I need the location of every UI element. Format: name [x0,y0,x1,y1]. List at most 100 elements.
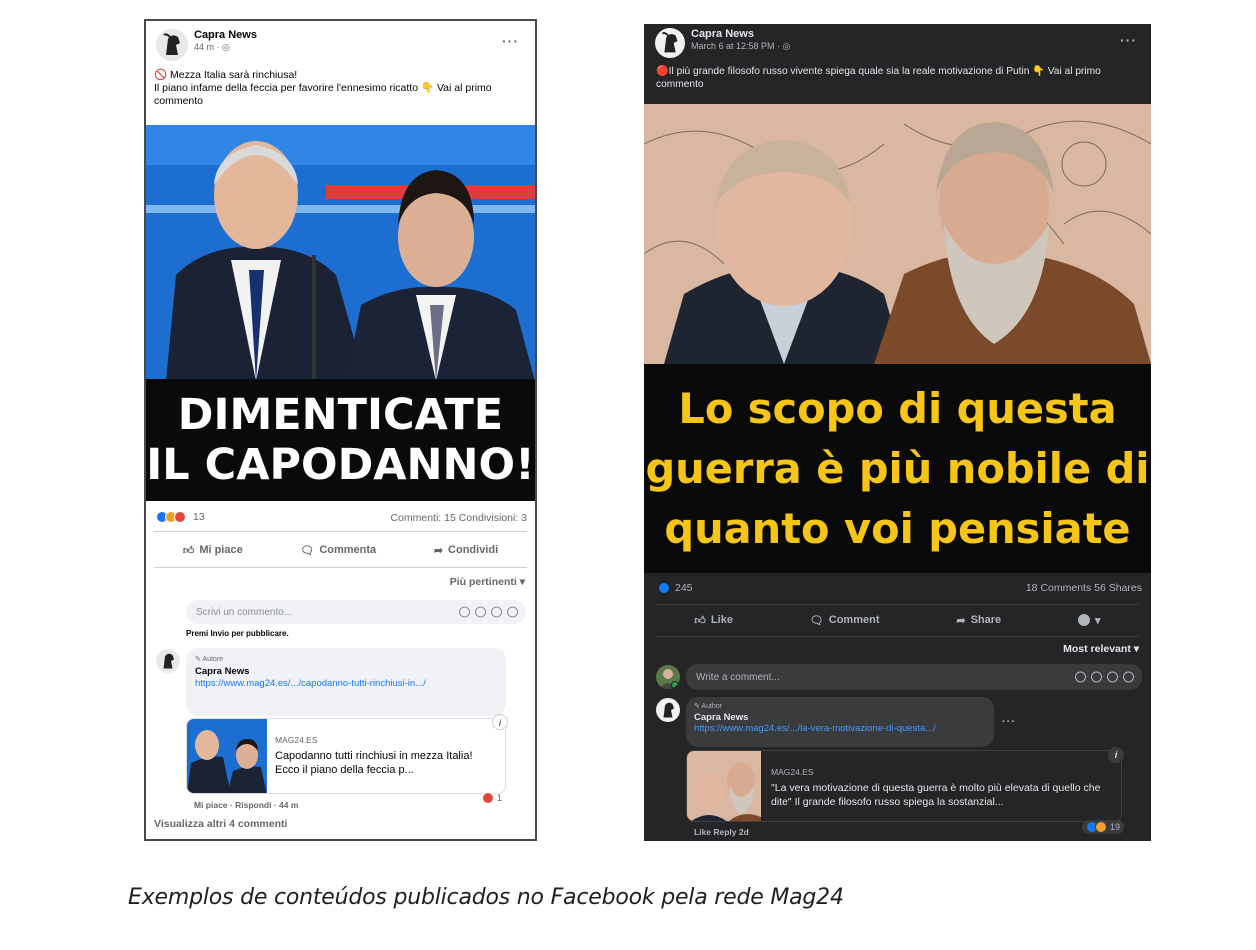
comment-reactions[interactable]: 1 [482,792,502,804]
reaction-summary[interactable]: 245 [658,582,693,594]
facebook-post-dark: Capra News March 6 at 12:58 PM · ◎ ··· 🔴… [644,24,1151,841]
user-avatar-icon [656,665,680,689]
comment-reactions[interactable]: 19 [1082,820,1125,834]
post-image[interactable]: DIMENTICATE IL CAPODANNO! [146,125,535,501]
putin-dugin-photo [644,104,1151,364]
post-text: 🚫 Mezza Italia sarà rinchiusa! Il piano … [154,69,534,108]
goat-logo-icon [156,649,180,673]
speech-bubble-icon: 🗨︎ [809,614,824,627]
commenter-avatar[interactable] [656,698,680,722]
sticker-icon[interactable] [507,606,518,618]
emoji-icon[interactable] [1075,671,1086,683]
info-icon[interactable]: i [492,714,508,730]
post-time[interactable]: March 6 at 12:58 PM · ◎ [691,41,790,52]
headline-banner: Lo scopo di questa guerra è più nobile d… [644,364,1151,573]
comment-reaction-count: 1 [497,793,503,803]
comment-label: Comment [828,614,880,626]
page-name[interactable]: Capra News [194,29,257,42]
preview-thumbnail [187,719,267,793]
comment-tools [1075,671,1134,683]
chevron-down-icon: ▾ [1095,614,1101,627]
camera-icon[interactable] [475,606,486,618]
page-name[interactable]: Capra News [691,28,790,41]
goat-logo-icon [655,28,685,58]
comment-meta[interactable]: Like Reply 2d [694,827,749,837]
comment-sort-dropdown[interactable]: Most relevant ▾ [1063,643,1139,655]
comment-link[interactable]: https://www.mag24.es/.../la-vera-motivaz… [694,723,986,734]
enter-hint: Premi Invio per pubblicare. [186,629,289,638]
author-badge: ✎ Autore [195,656,224,663]
thumbs-up-icon: 👍︎ [694,614,706,627]
more-options-icon[interactable]: ··· [1120,32,1137,48]
post-text: 🔴Il più grande filosofo russo vivente sp… [656,66,1101,90]
post-header: Capra News 44 m · ◎ [156,29,257,61]
camera-icon[interactable] [1091,671,1102,683]
user-avatar[interactable] [656,665,680,689]
commenter-avatar[interactable] [156,649,180,673]
share-label: Share [970,614,1002,626]
audience-selector[interactable]: ▾ [1078,614,1101,627]
share-button[interactable]: ➦ Condividi [434,544,498,557]
commenter-name[interactable]: Capra News [694,712,986,723]
action-bar: 👍︎ Mi piace 🗨︎ Commenta ➦ Condividi [154,538,527,562]
comment-link[interactable]: https://www.mag24.es/.../capodanno-tutti… [195,678,497,690]
comments-shares-count[interactable]: Commenti: 15 Condivisioni: 3 [390,512,527,524]
thumbs-up-icon: 👍︎ [182,544,195,557]
comment-meta[interactable]: Mi piace · Rispondi · 44 m [194,800,298,810]
author-comment-bubble: ✎ Author Capra News https://www.mag24.es… [686,697,994,747]
headline-banner: DIMENTICATE IL CAPODANNO! [146,379,535,501]
screenshot-page: Capra News 44 m · ◎ ··· 🚫 Mezza Italia s… [0,0,1256,950]
preview-domain: MAG24.ES [275,735,318,745]
gif-icon[interactable] [491,606,502,618]
like-label: Mi piace [199,544,243,556]
share-arrow-icon: ➦ [433,544,444,557]
divider [154,567,527,568]
page-avatar[interactable] [655,28,685,58]
page-avatar[interactable] [156,29,188,61]
speech-bubble-icon: 🗨︎ [300,544,315,557]
comment-tools [459,606,518,618]
headline-line-2: guerra è più nobile di [645,443,1150,493]
comment-placeholder: Write a comment... [696,671,780,683]
preview-thumbnail [687,751,761,821]
comment-input[interactable]: Scrivi un commento... [186,600,526,624]
comment-button[interactable]: 🗨︎ Comment [810,614,880,627]
like-button[interactable]: 👍︎ Like [694,614,733,627]
emoji-icon[interactable] [459,606,470,618]
share-label: Condividi [448,544,499,556]
haha-reaction-icon [1095,821,1107,833]
preview-title: "La vera motivazione di questa guerra è … [771,782,1101,808]
headline-line-3: quanto voi pensiate [664,503,1131,553]
view-more-comments[interactable]: Visualizza altri 4 commenti [154,818,287,830]
comment-sort-dropdown[interactable]: Più pertinenti ▾ [450,576,525,588]
post-text-line-2: Il piano infame della feccia per favorir… [154,82,492,107]
info-icon[interactable]: i [1108,747,1124,763]
share-button[interactable]: ➦ Share [956,614,1001,627]
like-button[interactable]: 👍︎ Mi piace [183,544,243,557]
like-reaction-icon [658,582,670,594]
post-image[interactable]: Lo scopo di questa guerra è più nobile d… [644,104,1151,573]
divider [656,604,1139,605]
more-options-icon[interactable]: ··· [502,33,519,49]
politicians-photo [146,125,535,381]
goat-logo-icon [656,698,680,722]
comment-placeholder: Scrivi un commento... [196,606,293,618]
divider [656,636,1139,637]
post-time[interactable]: 44 m · ◎ [194,42,257,53]
action-bar: 👍︎ Like 🗨︎ Comment ➦ Share ▾ [656,608,1139,632]
sticker-icon[interactable] [1123,671,1134,683]
divider [154,531,527,532]
link-preview-card[interactable]: MAG24.ES Capodanno tutti rinchiusi in me… [186,718,506,794]
comment-reaction-count: 19 [1110,822,1121,832]
gif-icon[interactable] [1107,671,1118,683]
facebook-post-light: Capra News 44 m · ◎ ··· 🚫 Mezza Italia s… [144,19,537,841]
commenter-name[interactable]: Capra News [195,666,497,678]
comment-input[interactable]: Write a comment... [686,664,1142,690]
comment-button[interactable]: 🗨︎ Commenta [300,544,376,557]
angry-reaction-icon [482,792,494,804]
link-preview-card[interactable]: MAG24.ES "La vera motivazione di questa … [686,750,1122,822]
reaction-count: 13 [193,511,205,523]
comment-options-icon[interactable]: ··· [1002,716,1016,728]
comments-shares-count[interactable]: 18 Comments 56 Shares [1026,582,1142,594]
reaction-summary[interactable]: 13 [156,511,205,523]
